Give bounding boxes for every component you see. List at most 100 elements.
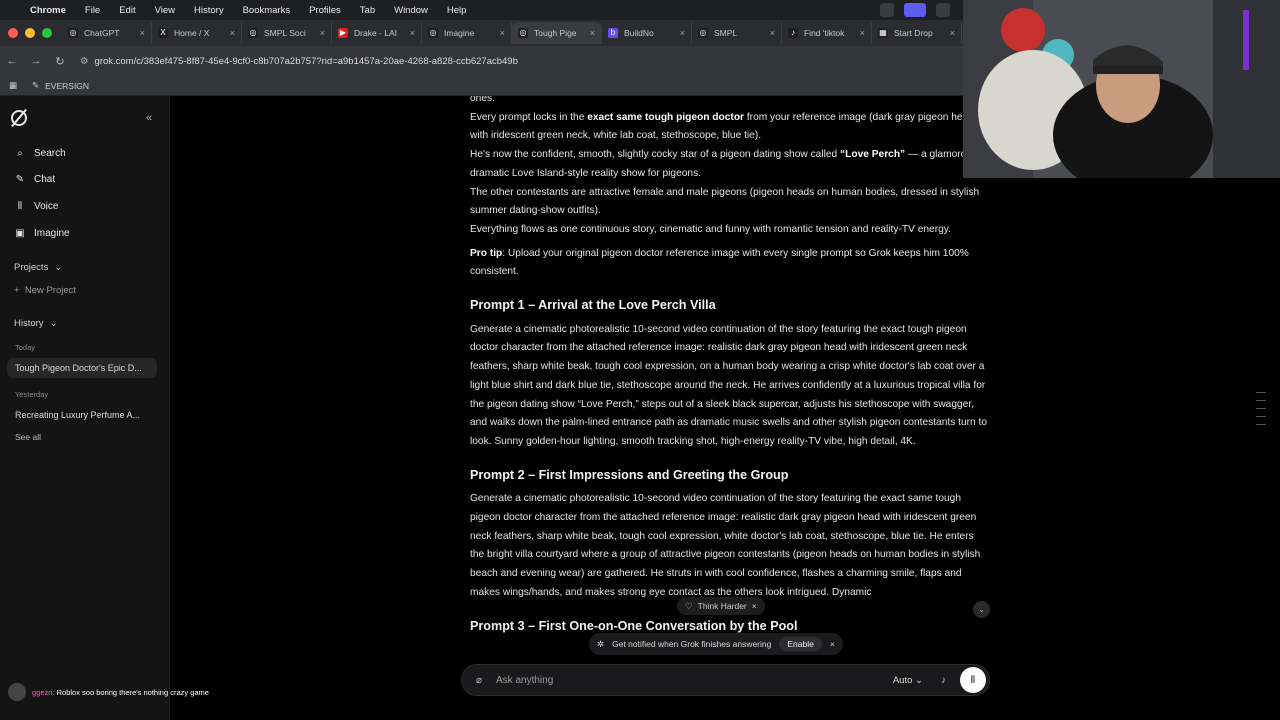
history-item[interactable]: Tough Pigeon Doctor's Epic D... [7,358,157,378]
close-tab-icon[interactable]: × [320,28,325,38]
menu-profiles[interactable]: Profiles [309,5,341,16]
close-icon[interactable]: × [830,639,835,649]
zoom-window-button[interactable] [42,28,52,38]
tab-label: SMPL [714,28,738,38]
mic-icon[interactable]: ♪ [941,675,946,686]
menu-tab[interactable]: Tab [360,5,375,16]
grok-logo-icon[interactable] [11,110,27,126]
chat-icon: ✎ [15,174,25,186]
tab-favicon-icon: ▶ [338,28,348,38]
projects-label: Projects [14,262,49,273]
chat-message: Roblox soo boring there's nothing crazy … [56,687,209,697]
sidebar-item-label: Search [34,147,66,159]
ask-input[interactable]: Ask anything [496,675,893,686]
sidebar: « ⌕ Search ✎ Chat ⦀ Voice ▣ Imagine Proj… [0,96,170,720]
bookmark-eversign[interactable]: ✎ EVERSIGN [32,80,89,91]
close-tab-icon[interactable]: × [230,28,235,38]
paragraph: He's now the confident, smooth, slightly… [470,149,980,179]
projects-section[interactable]: Projects ⌄ [14,262,62,273]
ask-bar: ⌀ Ask anything Auto ⌄ ♪ ⦀ [461,664,990,696]
tab-favicon-icon: ◎ [248,28,258,38]
attach-icon[interactable]: ⌀ [462,675,496,686]
mode-select[interactable]: Auto ⌄ [893,675,923,686]
browser-tab[interactable]: ◎ ChatGPT × [62,22,152,44]
sidebar-item-voice[interactable]: ⦀ Voice [0,193,170,220]
sidebar-item-imagine[interactable]: ▣ Imagine [0,220,170,247]
menu-help[interactable]: Help [447,5,467,16]
status-icon[interactable] [880,3,894,17]
sidebar-nav: ⌕ Search ✎ Chat ⦀ Voice ▣ Imagine [0,140,170,246]
minimize-window-button[interactable] [25,28,35,38]
text-fragment: ones. [470,96,495,104]
close-icon[interactable]: × [752,601,757,611]
menu-view[interactable]: View [155,5,175,16]
menu-bookmarks[interactable]: Bookmarks [243,5,291,16]
browser-tab[interactable]: ▶ Drake - LAI × [332,22,422,44]
see-all-link[interactable]: See all [15,432,41,442]
tab-label: Start Drop [894,28,933,38]
voice-icon: ⦀ [17,200,23,212]
image-icon: ▣ [15,227,25,239]
avatar [8,683,26,701]
tab-label: SMPL Soci [264,28,306,38]
chat-username: ggezri: [32,687,55,697]
url-field[interactable]: ⚙ grok.com/c/383ef475-8f87-45e4-9cf0-c8b… [80,56,518,67]
menu-window[interactable]: Window [394,5,428,16]
history-item[interactable]: Recreating Luxury Perfume A... [7,405,157,425]
browser-tab[interactable]: ◎ Imagine × [422,22,512,44]
sidebar-item-search[interactable]: ⌕ Search [0,140,170,167]
scroll-down-button[interactable]: ⌄ [973,601,990,618]
reload-icon[interactable]: ↻ [48,55,72,68]
search-icon: ⌕ [17,147,23,159]
url-text: grok.com/c/383ef475-8f87-45e4-9cf0-c8b70… [94,55,518,67]
prompt-heading: Prompt 1 – Arrival at the Love Perch Vil… [470,298,716,313]
browser-tab[interactable]: ◎ Tough Pige × [512,22,602,44]
browser-tab[interactable]: ◎ SMPL × [692,22,782,44]
close-tab-icon[interactable]: × [140,28,145,38]
bookmark-label: EVERSIGN [45,80,90,91]
status-icon[interactable] [936,3,950,17]
menu-chrome[interactable]: Chrome [30,5,66,16]
browser-tab[interactable]: b BuildNo × [602,22,692,44]
browser-tab[interactable]: ▦ Start Drop × [872,22,962,44]
scroll-indicator[interactable] [1256,392,1266,432]
close-tab-icon[interactable]: × [950,28,955,38]
new-project-button[interactable]: + New Project [14,285,76,296]
browser-tab[interactable]: ◎ SMPL Soci × [242,22,332,44]
sidebar-item-chat[interactable]: ✎ Chat [0,167,170,194]
forward-icon[interactable]: → [24,55,48,67]
close-tab-icon[interactable]: × [860,28,865,38]
history-section[interactable]: History ⌄ [14,318,58,329]
close-tab-icon[interactable]: × [770,28,775,38]
menu-history[interactable]: History [194,5,224,16]
tab-label: BuildNo [624,28,654,38]
tab-favicon-icon: ◎ [68,28,78,38]
tab-favicon-icon: ◎ [428,28,438,38]
think-harder-button[interactable]: ♡ Think Harder × [677,597,765,615]
waveform-icon: ⦀ [970,674,976,686]
browser-tab[interactable]: X Home / X × [152,22,242,44]
menu-edit[interactable]: Edit [119,5,135,16]
menu-file[interactable]: File [85,5,100,16]
close-tab-icon[interactable]: × [590,28,595,38]
close-window-button[interactable] [8,28,18,38]
close-tab-icon[interactable]: × [500,28,505,38]
apps-grid-icon[interactable]: ▦ [0,80,26,91]
enable-button[interactable]: Enable [779,637,822,651]
chat-main: ones. Every prompt locks in the exact sa… [171,96,1280,720]
close-tab-icon[interactable]: × [410,28,415,38]
close-tab-icon[interactable]: × [680,28,685,38]
site-info-icon[interactable]: ⚙ [80,56,89,67]
tab-label: Imagine [444,28,475,38]
voice-mode-button[interactable]: ⦀ [960,667,986,693]
notify-banner: ✲ Get notified when Grok finishes answer… [589,633,843,655]
collapse-sidebar-icon[interactable]: « [146,112,152,124]
tab-label: ChatGPT [84,28,120,38]
new-project-label: New Project [24,285,77,296]
back-icon[interactable]: ← [0,55,24,67]
history-day-yesterday: Yesterday [15,390,49,399]
status-app-icon[interactable] [904,3,926,17]
browser-tab[interactable]: ♪ Find 'tiktok × [782,22,872,44]
history-label: History [14,318,44,329]
webcam-image [963,0,1280,178]
